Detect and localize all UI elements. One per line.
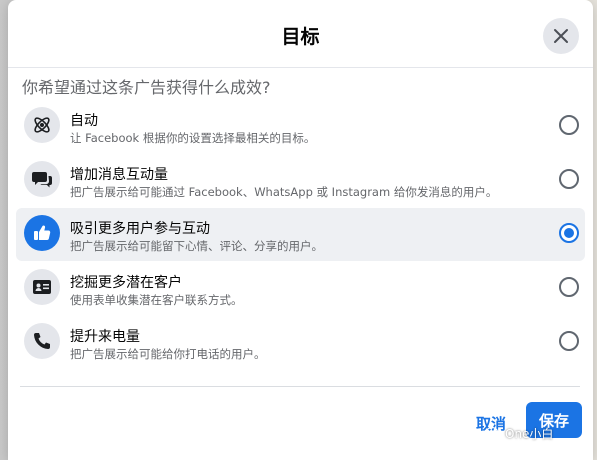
option-radio[interactable] <box>559 277 579 297</box>
phone-icon <box>34 333 50 349</box>
option-icon-wrap <box>24 107 60 143</box>
option-title: 提升来电量 <box>70 329 140 345</box>
objective-dialog: 目标 你希望通过这条广告获得什么成效? 自动 让 Facebook 根据你的设置… <box>8 0 593 460</box>
option-description: 把广告展示给可能给你打电话的用户。 <box>70 347 266 361</box>
atom-icon <box>34 117 50 133</box>
wechat-icon <box>486 426 502 440</box>
watermark: One小白 <box>486 423 553 443</box>
option-title: 挖掘更多潜在客户 <box>70 275 182 291</box>
option-description: 使用表单收集潜在客户联系方式。 <box>70 293 243 307</box>
option-leads[interactable]: 挖掘更多潜在客户 使用表单收集潜在客户联系方式。 <box>16 262 585 315</box>
objective-question: 你希望通过这条广告获得什么成效? <box>22 78 271 97</box>
option-auto[interactable]: 自动 让 Facebook 根据你的设置选择最相关的目标。 <box>16 100 585 153</box>
option-icon-wrap <box>24 323 60 359</box>
option-radio-checked[interactable] <box>559 223 579 243</box>
option-description: 把广告展示给可能通过 Facebook、WhatsApp 或 Instagram… <box>70 185 498 199</box>
option-radio[interactable] <box>559 331 579 351</box>
option-messages[interactable]: 增加消息互动量 把广告展示给可能通过 Facebook、WhatsApp 或 I… <box>16 154 585 207</box>
watermark-text: One小白 <box>505 426 554 441</box>
footer-divider <box>20 386 580 387</box>
thumbs-up-icon <box>34 225 51 241</box>
dialog-header: 目标 <box>8 0 593 68</box>
option-calls[interactable]: 提升来电量 把广告展示给可能给你打电话的用户。 <box>16 316 585 369</box>
option-icon-wrap <box>24 161 60 197</box>
option-icon-wrap <box>24 269 60 305</box>
option-engagement[interactable]: 吸引更多用户参与互动 把广告展示给可能留下心情、评论、分享的用户。 <box>16 208 585 261</box>
close-icon <box>554 29 568 43</box>
option-radio[interactable] <box>559 115 579 135</box>
option-title: 自动 <box>70 113 98 129</box>
dialog-title: 目标 <box>281 26 320 48</box>
objective-options: 自动 让 Facebook 根据你的设置选择最相关的目标。 增加消息互动量 把广… <box>16 100 585 370</box>
option-radio[interactable] <box>559 169 579 189</box>
close-button[interactable] <box>543 18 579 54</box>
option-description: 把广告展示给可能留下心情、评论、分享的用户。 <box>70 239 323 253</box>
option-icon-wrap <box>24 215 60 251</box>
option-description: 让 Facebook 根据你的设置选择最相关的目标。 <box>70 131 316 145</box>
option-title: 增加消息互动量 <box>70 167 168 183</box>
contact-card-icon <box>33 280 51 294</box>
chat-bubbles-icon <box>32 172 52 188</box>
option-title: 吸引更多用户参与互动 <box>70 221 210 237</box>
